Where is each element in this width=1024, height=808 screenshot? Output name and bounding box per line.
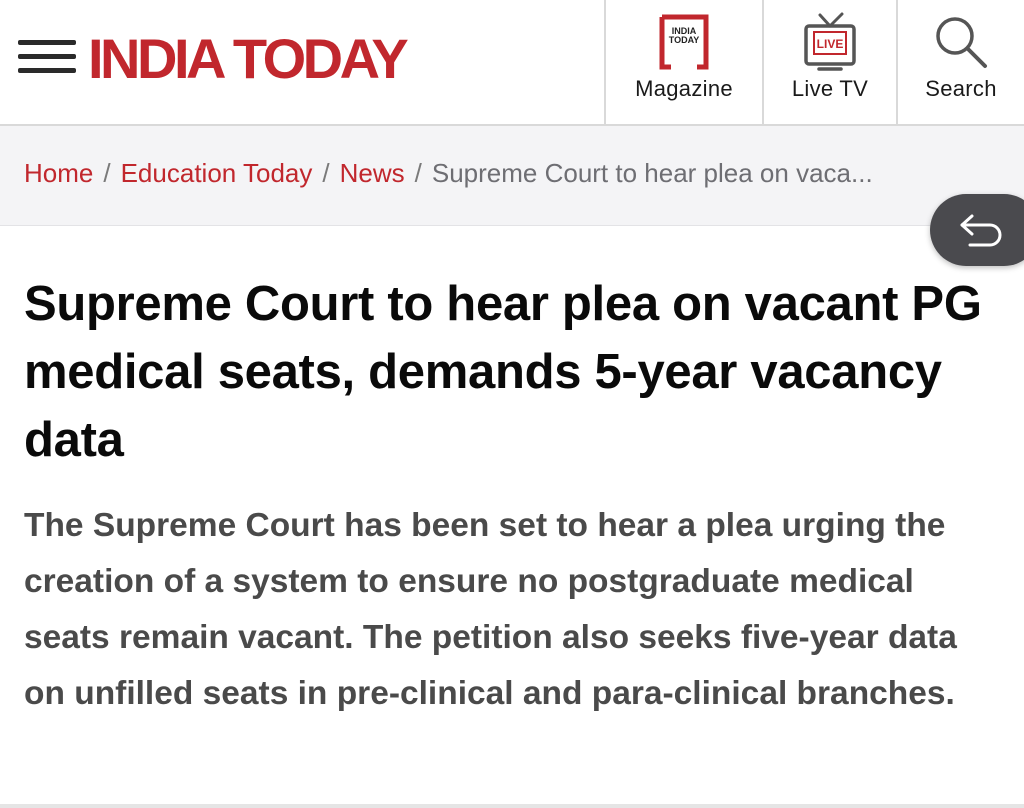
live-tv-icon: LIVE — [804, 12, 856, 71]
magazine-icon: INDIA TODAY — [659, 14, 709, 70]
menu-bar — [18, 40, 76, 45]
nav-search-label: Search — [925, 76, 997, 101]
back-arrow-icon — [960, 214, 1002, 247]
breadcrumb-home[interactable]: Home — [24, 158, 93, 188]
breadcrumb-separator: / — [414, 158, 422, 188]
article-headline: Supreme Court to hear plea on vacant PG … — [24, 277, 982, 467]
site-logo[interactable]: INDIA TODAY — [88, 24, 409, 94]
breadcrumb-separator: / — [103, 158, 111, 188]
live-tv-icon-text: LIVE — [817, 37, 844, 51]
breadcrumb-bar: Home / Education Today / News / Supreme Court … — [0, 126, 1024, 226]
article-summary: The Supreme Court has been set to hear a… — [24, 507, 957, 712]
menu-icon[interactable] — [18, 38, 76, 74]
nav-magazine[interactable]: INDIA TODAY Magazine — [604, 0, 762, 124]
nav-live-tv-label: Live TV — [791, 76, 869, 101]
breadcrumb-news[interactable]: News — [340, 158, 405, 188]
breadcrumb-separator: / — [322, 158, 330, 188]
back-button[interactable] — [930, 194, 1024, 266]
site-header: INDIA TODAY INDIA TODAY Magazine LIVE Li… — [0, 0, 1024, 126]
divider — [0, 804, 1024, 808]
nav-live-tv[interactable]: LIVE Live TV — [762, 0, 896, 124]
search-icon — [936, 17, 987, 68]
magazine-icon-text-bottom: TODAY — [669, 35, 700, 45]
nav-search[interactable]: Search — [896, 0, 1024, 124]
breadcrumb-current: Supreme Court to hear plea on vaca... — [431, 158, 873, 188]
breadcrumb: Home / Education Today / News / Supreme Court … — [24, 156, 994, 190]
nav-magazine-label: Magazine — [635, 76, 733, 101]
breadcrumb-education-today[interactable]: Education Today — [121, 158, 313, 188]
menu-bar — [18, 68, 76, 73]
menu-bar — [18, 54, 76, 59]
